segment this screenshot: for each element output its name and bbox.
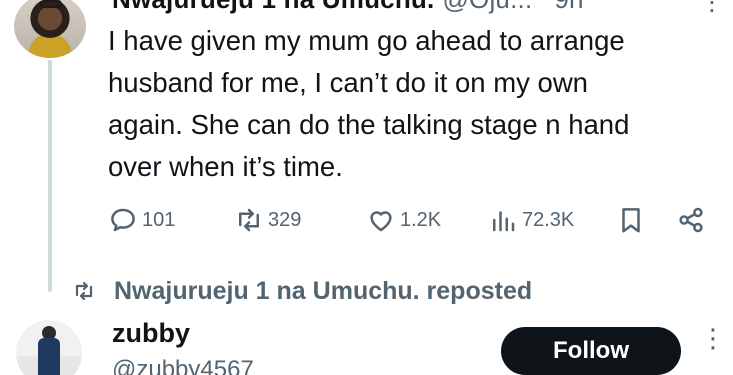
next-author-avatar[interactable] — [16, 320, 82, 375]
tweet-time[interactable]: 9h — [554, 0, 583, 14]
next-author-name[interactable]: zubby — [112, 318, 190, 349]
repost-icon — [75, 281, 93, 301]
tweet-text-line: I have given my mum go ahead to arrange — [108, 25, 625, 56]
more-options-icon[interactable]: ⋮ — [700, 0, 724, 17]
repost-button[interactable]: 329 — [234, 200, 301, 240]
like-count: 1.2K — [400, 208, 442, 231]
reply-icon — [111, 208, 135, 232]
more-options-icon[interactable]: ⋮ — [700, 325, 726, 351]
tweet-actions: 101 329 1.2K 72.3K — [108, 200, 708, 240]
next-author-handle[interactable]: @zubby4567 — [112, 356, 254, 375]
repost-notice-text: Nwajurueju 1 na Umuchu. reposted — [114, 276, 533, 305]
follow-button[interactable]: Follow — [501, 327, 681, 375]
tweet-text: I have given my mum go ahead to arrange … — [108, 20, 728, 188]
author-handle[interactable]: @Oju... — [442, 0, 532, 14]
reply-count: 101 — [142, 208, 176, 231]
bookmark-button[interactable] — [616, 200, 646, 240]
repost-count: 329 — [268, 208, 302, 231]
author-avatar[interactable] — [14, 0, 86, 58]
share-icon — [679, 207, 703, 233]
tweet-header: Nwajurueju 1 na Umuchu. @Oju... 9h — [112, 0, 584, 15]
repost-notice[interactable]: Nwajurueju 1 na Umuchu. reposted — [72, 274, 532, 308]
like-button[interactable]: 1.2K — [366, 200, 441, 240]
bookmark-icon — [622, 208, 640, 233]
avatar-glasses — [40, 0, 62, 8]
views-button[interactable]: 72.3K — [488, 200, 574, 240]
views-count: 72.3K — [522, 208, 575, 231]
avatar-person-body — [38, 338, 60, 375]
share-button[interactable] — [676, 200, 706, 240]
tweet-text-line: again. She can do the talking stage n ha… — [108, 109, 630, 140]
views-icon — [493, 211, 515, 232]
thread-line — [48, 60, 52, 292]
like-icon — [370, 211, 392, 232]
reply-button[interactable]: 101 — [108, 200, 175, 240]
author-name[interactable]: Nwajurueju 1 na Umuchu. — [112, 0, 434, 14]
repost-icon — [239, 208, 259, 232]
tweet-text-line: over when it’s time. — [108, 151, 343, 182]
tweet-text-line: husband for me, I can’t do it on my own — [108, 67, 588, 98]
